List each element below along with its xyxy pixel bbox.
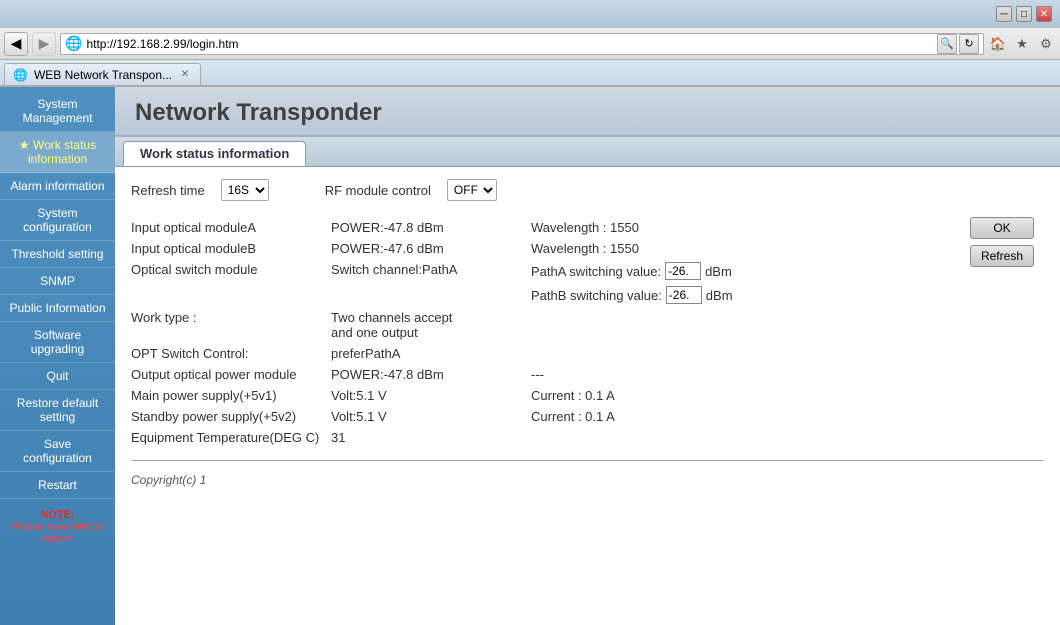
sidebar-item-save-config[interactable]: Save configuration [0, 431, 115, 472]
row-extra: PathA switching value: dBm [531, 262, 781, 280]
path-b-unit: dBm [706, 288, 733, 303]
tab-icon: 🌐 [13, 68, 28, 82]
tab-title: WEB Network Transpon... [34, 68, 172, 82]
row-label: Equipment Temperature(DEG C) [131, 430, 331, 445]
table-row: Work type : Two channels acceptand one o… [131, 307, 1044, 343]
row-value: Volt:5.1 V [331, 388, 531, 403]
path-a-label: PathA switching value: [531, 264, 661, 279]
path-b-label: PathB switching value: [531, 288, 662, 303]
star-icon[interactable]: ★ [1012, 34, 1032, 54]
tab-work-status[interactable]: Work status information [123, 141, 306, 166]
sidebar-item-system-management[interactable]: System Management [0, 91, 115, 132]
sidebar-item-threshold[interactable]: Threshold setting [0, 241, 115, 268]
page-title: Network Transponder [115, 87, 1060, 137]
row-label: Standby power supply(+5v2) [131, 409, 331, 424]
sidebar-note: NOTE: Please save before restart [0, 503, 115, 551]
table-row: Output optical power module POWER:-47.8 … [131, 364, 1044, 385]
sidebar-item-public-info[interactable]: Public Information [0, 295, 115, 322]
table-row: Standby power supply(+5v2) Volt:5.1 V Cu… [131, 406, 1044, 427]
note-text: Please save before restart [10, 521, 104, 545]
search-button[interactable]: 🔍 [937, 34, 957, 54]
row-value: 31 [331, 430, 531, 445]
address-bar: 🌐 🔍 ↻ [60, 33, 984, 55]
row-label: Input optical moduleB [131, 241, 331, 256]
content-body: Refresh time 16S 1S 5S 10S 30S 60S RF mo… [115, 167, 1060, 499]
close-btn[interactable]: ✕ [1036, 6, 1052, 22]
sidebar-item-snmp[interactable]: SNMP [0, 268, 115, 295]
row-value: preferPathA [331, 346, 531, 361]
refresh-time-label: Refresh time [131, 183, 205, 198]
row-label: Work type : [131, 310, 331, 325]
row-label: Main power supply(+5v1) [131, 388, 331, 403]
sidebar-item-restart[interactable]: Restart [0, 472, 115, 499]
row-label: OPT Switch Control: [131, 346, 331, 361]
table-row: Equipment Temperature(DEG C) 31 [131, 427, 1044, 448]
refresh-time-select[interactable]: 16S 1S 5S 10S 30S 60S [221, 179, 269, 201]
row-value: Switch channel:PathA [331, 262, 531, 277]
path-a-input[interactable] [665, 262, 701, 280]
path-b-input[interactable] [666, 286, 702, 304]
divider [131, 460, 1044, 461]
path-a-unit: dBm [705, 264, 732, 279]
rf-module-select[interactable]: OFF ON [447, 179, 497, 201]
globe-icon: 🌐 [65, 35, 82, 52]
address-input[interactable] [86, 37, 933, 51]
forward-button[interactable]: ▶ [32, 32, 56, 56]
controls-row: Refresh time 16S 1S 5S 10S 30S 60S RF mo… [131, 179, 1044, 201]
row-extra: PathB switching value: dBm [531, 286, 781, 304]
refresh-button[interactable]: ↻ [959, 34, 979, 54]
content-area: Network Transponder Work status informat… [115, 87, 1060, 625]
sidebar-item-system-config[interactable]: System configuration [0, 200, 115, 241]
row-value: Two channels acceptand one output [331, 310, 531, 340]
tab-header: Work status information [115, 137, 1060, 167]
table-row: Optical switch module Switch channel:Pat… [131, 259, 1044, 283]
row-extra: --- [531, 367, 781, 382]
back-button[interactable]: ◀ [4, 32, 28, 56]
table-row: PathB switching value: dBm [131, 283, 1044, 307]
minimize-btn[interactable]: ─ [996, 6, 1012, 22]
copyright: Copyright(c) 1 [131, 473, 1044, 487]
ok-button[interactable]: OK [970, 217, 1034, 239]
table-row: Input optical moduleB POWER:-47.6 dBm Wa… [131, 238, 1044, 259]
note-label: NOTE: [40, 509, 74, 521]
row-value: POWER:-47.8 dBm [331, 367, 531, 382]
row-extra: Wavelength : 1550 [531, 241, 781, 256]
row-extra: Wavelength : 1550 [531, 220, 781, 235]
row-value: Volt:5.1 V [331, 409, 531, 424]
browser-tab[interactable]: 🌐 WEB Network Transpon... ✕ [4, 63, 201, 85]
row-extra: Current : 0.1 A [531, 409, 781, 424]
sidebar-item-work-status[interactable]: Work status information [0, 132, 115, 173]
refresh-action-button[interactable]: Refresh [970, 245, 1034, 267]
rf-module-label: RF module control [325, 183, 431, 198]
row-label: Output optical power module [131, 367, 331, 382]
maximize-btn[interactable]: □ [1016, 6, 1032, 22]
sidebar-item-software[interactable]: Software upgrading [0, 322, 115, 363]
sidebar-item-restore[interactable]: Restore default setting [0, 390, 115, 431]
table-row: Main power supply(+5v1) Volt:5.1 V Curre… [131, 385, 1044, 406]
sidebar-item-alarm[interactable]: Alarm information [0, 173, 115, 200]
row-value: POWER:-47.8 dBm [331, 220, 531, 235]
row-label: Input optical moduleA [131, 220, 331, 235]
table-row: Input optical moduleA POWER:-47.8 dBm Wa… [131, 217, 1044, 238]
sidebar: System Management Work status informatio… [0, 87, 115, 625]
row-extra: Current : 0.1 A [531, 388, 781, 403]
sidebar-item-quit[interactable]: Quit [0, 363, 115, 390]
row-value: POWER:-47.6 dBm [331, 241, 531, 256]
row-label: Optical switch module [131, 262, 331, 277]
home-icon[interactable]: 🏠 [988, 34, 1008, 54]
tab-close-btn[interactable]: ✕ [178, 68, 192, 82]
table-row: OPT Switch Control: preferPathA [131, 343, 1044, 364]
tools-icon[interactable]: ⚙ [1036, 34, 1056, 54]
